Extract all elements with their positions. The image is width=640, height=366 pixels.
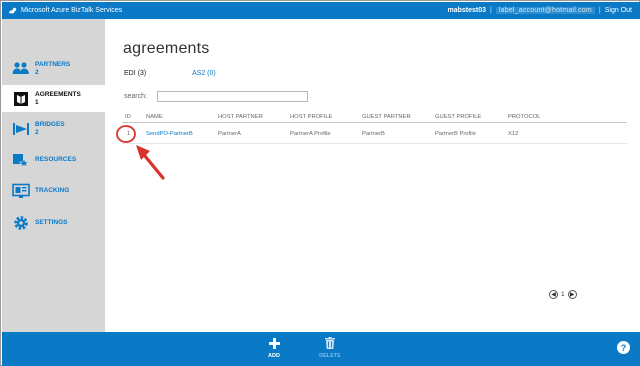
sidebar-item-partners[interactable]: PARTNERS 2: [2, 55, 105, 82]
next-page-icon[interactable]: ▶: [567, 290, 577, 299]
column-header-guest-partner[interactable]: GUEST PARTNER: [362, 114, 411, 120]
sidebar-item-label: RESOURCES: [35, 155, 77, 163]
column-header-name[interactable]: NAME: [146, 114, 163, 120]
partners-icon: [12, 60, 30, 78]
page-number: 1: [561, 291, 565, 298]
column-header-guest-profile[interactable]: GUEST PROFILE: [435, 114, 481, 120]
table-row[interactable]: 1 SendPO-PartnerB PartnerA PartnerA Prof…: [122, 124, 627, 144]
cell-guest-profile: PartnerB Profile: [435, 131, 476, 137]
app-window: Microsoft Azure BizTalk Services mabstes…: [0, 0, 640, 366]
account-email: label_account@hotmail.com: [495, 7, 595, 14]
azure-logo-icon: [8, 6, 17, 15]
agreements-icon: [12, 90, 30, 108]
pager: ◀ 1 ▶: [549, 290, 577, 299]
tracking-icon: [12, 182, 30, 200]
sidebar-item-agreements[interactable]: AGREEMENTS 1: [2, 85, 105, 112]
cell-host-partner: PartnerA: [218, 131, 241, 137]
table-header: ID NAME HOST PARTNER HOST PROFILE GUEST …: [122, 112, 627, 123]
add-button[interactable]: ADD: [259, 336, 289, 359]
plus-icon: [268, 336, 280, 350]
main-content: agreements EDI (3) AS2 (0) search: ID NA…: [105, 19, 640, 332]
column-header-protocol[interactable]: PROTOCOL: [508, 114, 540, 120]
column-header-host-profile[interactable]: HOST PROFILE: [290, 114, 332, 120]
sidebar-item-label: TRACKING: [35, 186, 70, 194]
add-label: ADD: [268, 353, 280, 359]
resources-icon: [12, 151, 30, 169]
bridges-icon: [12, 120, 30, 138]
sidebar: PARTNERS 2 AGREEMENTS 1 BRIDGES 2 RESOURCES…: [2, 19, 105, 332]
previous-page-icon[interactable]: ◀: [549, 290, 558, 299]
settings-icon: [12, 214, 30, 232]
cell-name-link[interactable]: SendPO-PartnerB: [146, 131, 193, 137]
separator: |: [598, 7, 601, 14]
tab-as2[interactable]: AS2 (0): [192, 70, 216, 77]
sidebar-item-settings[interactable]: SETTINGS: [2, 209, 105, 236]
help-button[interactable]: ?: [617, 341, 630, 354]
trash-icon: [324, 336, 336, 350]
search-label: search:: [124, 93, 147, 100]
delete-label: DELETE: [319, 353, 341, 359]
page-title: agreements: [123, 40, 210, 57]
column-header-id[interactable]: ID: [125, 114, 131, 120]
cell-host-profile: PartnerA Profile: [290, 131, 331, 137]
command-bar: ADD DELETE ?: [2, 332, 640, 366]
sidebar-item-count: 2: [35, 68, 39, 76]
cell-guest-partner: PartnerB: [362, 131, 385, 137]
sidebar-item-label: AGREEMENTS: [35, 90, 81, 98]
top-bar: Microsoft Azure BizTalk Services mabstes…: [2, 2, 640, 19]
sidebar-item-count: 2: [35, 128, 39, 136]
sidebar-item-label: PARTNERS: [35, 60, 71, 68]
app-title: Microsoft Azure BizTalk Services: [21, 7, 123, 14]
separator: |: [490, 7, 492, 14]
sidebar-item-tracking[interactable]: TRACKING: [2, 177, 105, 204]
column-header-host-partner[interactable]: HOST PARTNER: [218, 114, 263, 120]
tab-edi[interactable]: EDI (3): [124, 70, 146, 77]
sidebar-item-label: SETTINGS: [35, 218, 68, 226]
search-input[interactable]: [157, 91, 308, 102]
sidebar-item-bridges[interactable]: BRIDGES 2: [2, 115, 105, 142]
account-name[interactable]: mabstest03: [448, 7, 487, 14]
cell-protocol: X12: [508, 131, 519, 137]
sidebar-item-label: BRIDGES: [35, 120, 65, 128]
sign-out-link[interactable]: Sign Out: [605, 7, 632, 14]
cell-id: 1: [127, 131, 131, 137]
sidebar-item-count: 1: [35, 98, 39, 106]
sidebar-item-resources[interactable]: RESOURCES: [2, 146, 105, 173]
delete-button[interactable]: DELETE: [315, 336, 345, 359]
